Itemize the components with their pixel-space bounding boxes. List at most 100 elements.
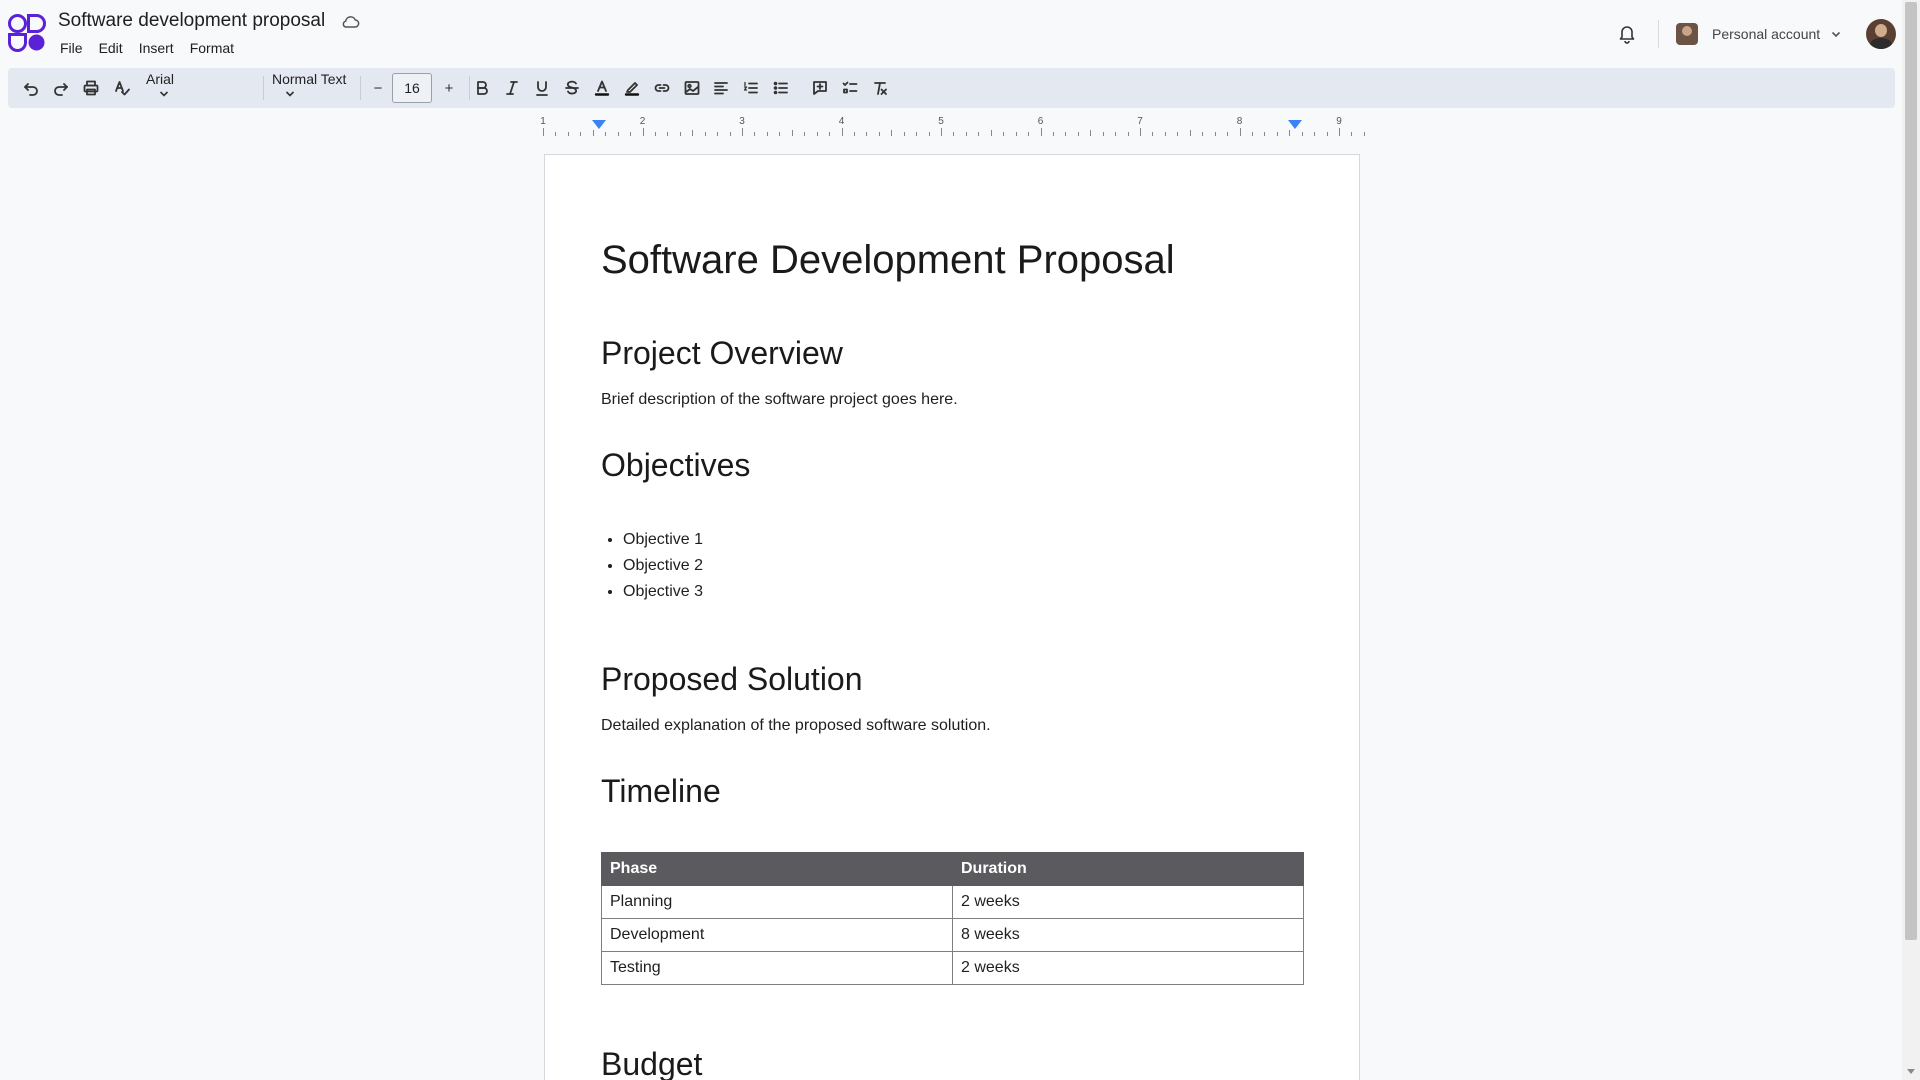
menu-insert[interactable]: Insert <box>131 38 182 58</box>
italic-icon[interactable] <box>500 76 524 100</box>
bulleted-list-icon[interactable] <box>769 76 793 100</box>
solution-paragraph[interactable]: Detailed explanation of the proposed sof… <box>601 717 991 735</box>
list-item[interactable]: Objective 3 <box>623 579 703 605</box>
ruler-tick <box>592 130 594 136</box>
table-cell[interactable]: 2 weeks <box>952 951 1304 985</box>
menu-file[interactable]: File <box>52 38 91 58</box>
ruler-tick <box>1140 128 1141 136</box>
account-label: Personal account <box>1712 26 1821 42</box>
underline-icon[interactable] <box>530 76 554 100</box>
strikethrough-icon[interactable] <box>560 76 584 100</box>
ruler-number: 8 <box>1236 116 1243 127</box>
ruler-tick <box>1314 132 1316 136</box>
spellcheck-icon[interactable] <box>110 76 134 100</box>
section-heading-overview[interactable]: Project Overview <box>601 335 843 372</box>
table-cell[interactable]: Testing <box>601 951 953 985</box>
align-icon[interactable] <box>709 76 733 100</box>
ruler-tick <box>853 132 855 136</box>
ruler-tick <box>779 132 781 136</box>
ruler-tick <box>617 132 619 136</box>
ruler-tick <box>555 132 557 136</box>
ruler-tick <box>605 132 607 136</box>
ruler-tick <box>1015 132 1017 136</box>
decrease-font-size-button[interactable]: − <box>366 76 390 100</box>
ruler-tick <box>1065 132 1067 136</box>
ruler-tick <box>1040 128 1042 136</box>
ruler-tick <box>1090 130 1092 136</box>
toolbar-divider <box>263 76 264 100</box>
ruler-tick <box>1052 132 1054 136</box>
comment-icon[interactable] <box>808 76 832 100</box>
section-heading-objectives[interactable]: Objectives <box>601 447 750 484</box>
table-cell[interactable]: Planning <box>601 885 953 919</box>
table-cell[interactable]: Development <box>601 918 953 952</box>
document-page[interactable]: Software Development Proposal Project Ov… <box>544 154 1360 1080</box>
ruler-tick <box>804 132 806 136</box>
undo-icon[interactable] <box>19 76 43 100</box>
ruler-number: 5 <box>938 116 944 127</box>
column-header-phase[interactable]: Phase <box>601 852 953 886</box>
table-cell[interactable]: 8 weeks <box>952 918 1304 952</box>
list-item[interactable]: Objective 1 <box>623 527 703 553</box>
ruler-tick <box>1152 132 1154 136</box>
table-row: Development 8 weeks <box>601 918 1304 952</box>
ruler-tick <box>928 132 930 136</box>
clear-format-icon[interactable] <box>868 76 892 100</box>
left-indent-marker[interactable] <box>592 120 606 129</box>
ruler-number: 6 <box>1037 116 1044 127</box>
table-cell[interactable]: 2 weeks <box>952 885 1304 919</box>
document-heading-title[interactable]: Software Development Proposal <box>601 238 1175 283</box>
right-indent-marker[interactable] <box>1288 120 1302 129</box>
menu-bar: File Edit Insert Format <box>52 38 242 58</box>
checklist-icon[interactable] <box>838 76 862 100</box>
horizontal-ruler: 1 2 3 4 5 6 7 8 9 <box>540 114 1365 138</box>
print-icon[interactable] <box>79 76 103 100</box>
document-title[interactable]: Software development proposal <box>58 10 325 32</box>
bell-icon[interactable] <box>1618 24 1636 44</box>
ruler-tick <box>841 128 843 136</box>
image-icon[interactable] <box>680 76 704 100</box>
ruler-tick <box>1028 132 1030 136</box>
ruler-tick <box>1202 132 1204 136</box>
column-header-duration[interactable]: Duration <box>952 852 1304 886</box>
section-heading-solution[interactable]: Proposed Solution <box>601 661 863 698</box>
link-icon[interactable] <box>650 76 674 100</box>
ruler-tick <box>878 132 880 136</box>
section-heading-budget[interactable]: Budget <box>601 1046 702 1080</box>
account-switcher[interactable]: Personal account <box>1676 20 1842 48</box>
ruler-tick <box>1339 128 1340 136</box>
ruler-tick <box>1227 132 1229 136</box>
text-style-select[interactable]: Normal Text <box>272 71 346 99</box>
vertical-scrollbar[interactable] <box>1902 0 1920 1080</box>
ruler-tick <box>990 130 992 136</box>
list-item[interactable]: Objective 2 <box>623 553 703 579</box>
user-avatar[interactable] <box>1866 19 1896 49</box>
bold-icon[interactable] <box>470 76 494 100</box>
app-logo-icon[interactable] <box>8 14 46 52</box>
ruler-tick <box>1351 132 1353 136</box>
ruler-tick <box>791 130 793 136</box>
scrollbar-thumb[interactable] <box>1905 2 1917 940</box>
overview-paragraph[interactable]: Brief description of the software projec… <box>601 391 958 409</box>
numbered-list-icon[interactable] <box>739 76 763 100</box>
ruler-tick <box>1115 132 1117 136</box>
redo-icon[interactable] <box>49 76 73 100</box>
ruler-tick <box>941 128 942 136</box>
ruler-tick <box>704 132 706 136</box>
formatting-toolbar: Arial Normal Text − 16 + <box>8 68 1895 108</box>
scroll-down-arrow-icon[interactable] <box>1907 1069 1915 1074</box>
ruler-tick <box>1102 132 1104 136</box>
menu-format[interactable]: Format <box>182 38 242 58</box>
font-family-select[interactable]: Arial <box>146 71 174 99</box>
highlight-icon[interactable] <box>620 76 644 100</box>
menu-edit[interactable]: Edit <box>91 38 131 58</box>
timeline-table[interactable]: Phase Duration Planning 2 weeks Developm… <box>601 852 1304 985</box>
font-size-input[interactable]: 16 <box>392 73 432 103</box>
ruler-tick <box>679 132 681 136</box>
text-color-icon[interactable] <box>590 76 614 100</box>
cloud-saved-icon[interactable] <box>340 13 360 31</box>
section-heading-timeline[interactable]: Timeline <box>601 773 721 810</box>
increase-font-size-button[interactable]: + <box>437 76 461 100</box>
ruler-tick <box>1214 132 1216 136</box>
ruler-tick <box>1189 130 1191 136</box>
